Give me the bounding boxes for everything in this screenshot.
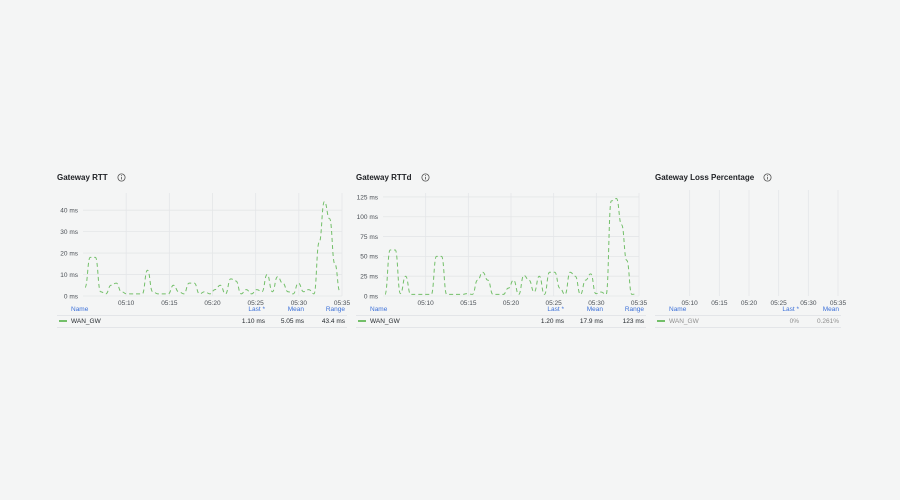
legend-header-mean[interactable]: Mean (566, 305, 605, 316)
legend-mean-value: 0.261% (801, 315, 841, 328)
legend-row[interactable]: WAN_GW 1.20 ms 17.9 ms 123 ms (356, 315, 646, 328)
legend-table: Name Last * Mean Range WAN_GW 1.10 ms 5.… (57, 305, 347, 328)
legend-series-name[interactable]: WAN_GW (669, 318, 699, 325)
legend-header-last[interactable]: Last * (215, 305, 267, 316)
legend-header-last[interactable]: Last * (757, 305, 801, 316)
legend-last-value: 1.10 ms (215, 315, 267, 328)
y-tick-label: 0 ms (364, 293, 379, 300)
y-tick-label: 0 ms (64, 293, 79, 300)
legend-header-name[interactable]: Name (57, 305, 215, 316)
panel-gateway-rtt: Gateway RTT 0 ms 10 ms 20 ms 30 ms 40 ms 05:1… (57, 165, 351, 335)
panel-title[interactable]: Gateway RTTd (356, 173, 412, 182)
legend-last-value: 1.20 ms (514, 315, 566, 328)
series-swatch-icon (358, 320, 366, 323)
panel-gateway-rttd: Gateway RTTd 0 ms 25 ms 50 ms 75 ms 100 ms 12… (356, 165, 648, 335)
y-tick-label: 100 ms (357, 214, 379, 221)
legend-last-value: 0% (757, 315, 801, 328)
series-swatch-icon (59, 320, 67, 323)
legend-table: Name Last * Mean WAN_GW 0% 0.261% (655, 305, 841, 328)
panel-title[interactable]: Gateway RTT (57, 173, 108, 182)
legend-series-name[interactable]: WAN_GW (71, 318, 101, 325)
legend-table: Name Last * Mean Range WAN_GW 1.20 ms 17… (356, 305, 646, 328)
legend-series-name[interactable]: WAN_GW (370, 318, 400, 325)
panel-header: Gateway RTT (57, 170, 126, 184)
timeseries-chart[interactable]: 05:10 05:15 05:20 05:25 05:30 05:35 (655, 190, 847, 310)
panel-header: Gateway RTTd (356, 170, 430, 184)
info-icon[interactable] (763, 172, 772, 182)
y-tick-label: 40 ms (60, 207, 78, 214)
legend-range-value: 43.4 ms (306, 315, 347, 328)
y-tick-label: 125 ms (357, 194, 379, 201)
timeseries-chart[interactable]: 0 ms10 ms20 ms30 ms40 ms05:10 05:15 05:20 0… (57, 190, 351, 310)
legend-header-range[interactable]: Range (306, 305, 347, 316)
legend-mean-value: 17.9 ms (566, 315, 605, 328)
legend-range-value: 123 ms (605, 315, 646, 328)
legend-row[interactable]: WAN_GW 0% 0.261% (655, 315, 841, 328)
info-icon[interactable] (117, 172, 126, 182)
y-tick-label: 20 ms (60, 250, 78, 257)
legend-header-name[interactable]: Name (356, 305, 514, 316)
y-tick-label: 30 ms (60, 229, 78, 236)
panel-gateway-loss-percentage: Gateway Loss Percentage 05:10 05:15 05:20 0… (655, 165, 847, 335)
legend-header-mean[interactable]: Mean (267, 305, 306, 316)
y-tick-label: 25 ms (360, 273, 378, 280)
info-icon[interactable] (421, 172, 430, 182)
legend-row[interactable]: WAN_GW 1.10 ms 5.05 ms 43.4 ms (57, 315, 347, 328)
series-swatch-icon (657, 320, 665, 323)
legend-header-last[interactable]: Last * (514, 305, 566, 316)
legend-header-name[interactable]: Name (655, 305, 757, 316)
panel-header: Gateway Loss Percentage (655, 170, 772, 184)
legend-header-mean[interactable]: Mean (801, 305, 841, 316)
y-tick-label: 75 ms (360, 234, 378, 241)
timeseries-chart[interactable]: 0 ms25 ms50 ms75 ms100 ms125 ms05:10 05:1… (356, 190, 648, 310)
legend-mean-value: 5.05 ms (267, 315, 306, 328)
legend-header-range[interactable]: Range (605, 305, 646, 316)
y-tick-label: 50 ms (360, 254, 378, 261)
y-tick-label: 10 ms (60, 272, 78, 279)
panel-title[interactable]: Gateway Loss Percentage (655, 173, 754, 182)
